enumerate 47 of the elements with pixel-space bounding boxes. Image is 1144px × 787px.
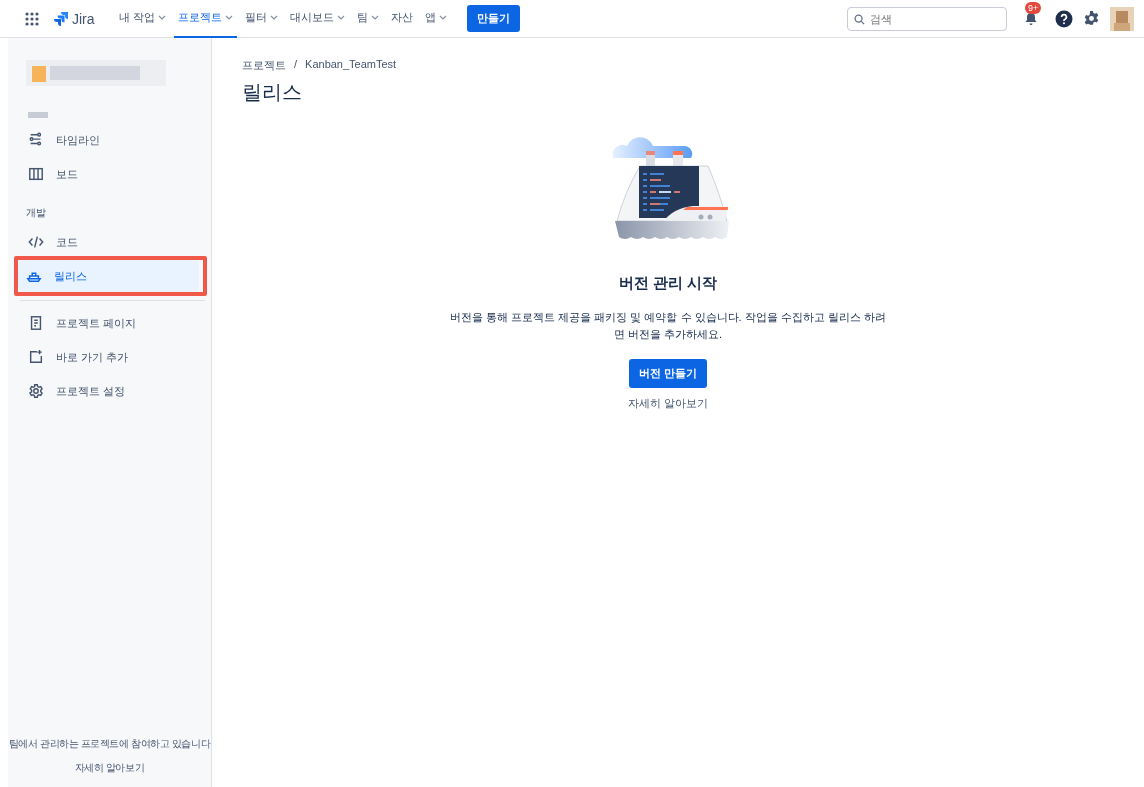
sidebar-item[interactable]: 보드	[20, 158, 205, 190]
chevron-icon	[336, 15, 345, 20]
nav-tab[interactable]: 대시보드	[285, 0, 349, 38]
help-icon[interactable]	[1055, 9, 1073, 28]
chevron-icon	[370, 15, 379, 20]
sidebar-item[interactable]: 바로 가기 추가	[20, 341, 205, 373]
nav-tab[interactable]: 팀	[352, 0, 383, 38]
create-version-button[interactable]: 버전 만들기	[628, 359, 708, 388]
logo-icon[interactable]	[53, 10, 69, 27]
footer-text: 팀에서 관리하는 프로젝트에 참여하고 있습니다	[8, 737, 211, 751]
sidebar-item[interactable]: 코드	[20, 226, 205, 258]
nav-tab[interactable]: 앱	[420, 0, 451, 38]
code-icon	[28, 234, 44, 250]
nav-tab[interactable]: 필터	[240, 0, 282, 38]
learn-more-link[interactable]: 자세히 알아보기	[627, 396, 709, 411]
empty-state-title: 버전 관리 시작	[618, 274, 718, 293]
notification-badge: 9+	[1025, 1, 1042, 14]
learn-more-link[interactable]: 자세히 알아보기	[74, 762, 145, 773]
empty-state-description: 버전을 통해 프로젝트 제공을 패키징 및 예약할 수 있습니다. 작업을 수집하고 릴리스 하려면 버전을 추가하세요.	[449, 310, 887, 342]
breadcrumb-separator: /	[294, 58, 298, 72]
logo-text[interactable]: Jira	[72, 10, 95, 27]
sidebar-item[interactable]: 타임라인	[20, 124, 205, 156]
chevron-icon	[269, 15, 278, 20]
search-field[interactable]: 검색	[847, 6, 1007, 31]
gear-icon	[28, 383, 44, 399]
timeline-icon	[28, 132, 44, 148]
search-icon	[854, 13, 865, 25]
nav-tab[interactable]: 자산	[386, 0, 417, 38]
sidebar-item[interactable]: 프로젝트 페이지	[20, 307, 205, 339]
create-button[interactable]: 만들기	[466, 5, 520, 32]
chevron-icon	[224, 15, 233, 20]
add-icon	[28, 349, 44, 365]
sidebar-item[interactable]: 릴리스	[18, 260, 199, 292]
breadcrumb-link[interactable]: 프로젝트	[242, 58, 286, 73]
page-icon	[28, 315, 44, 331]
chevron-icon	[157, 15, 166, 20]
section-heading: 개발	[26, 206, 47, 220]
breadcrumb-link[interactable]: Kanban_TeamTest	[305, 58, 397, 73]
chevron-icon	[438, 15, 447, 20]
settings-icon[interactable]	[1083, 10, 1100, 27]
avatar[interactable]	[1110, 6, 1134, 31]
page-title: 릴리스	[242, 80, 303, 105]
nav-tab[interactable]: 내 작업	[114, 0, 170, 38]
section-heading-blur	[28, 112, 48, 118]
app-switcher-icon[interactable]	[25, 11, 39, 26]
board-icon	[28, 166, 44, 182]
sidebar-item[interactable]: 프로젝트 설정	[20, 375, 205, 407]
